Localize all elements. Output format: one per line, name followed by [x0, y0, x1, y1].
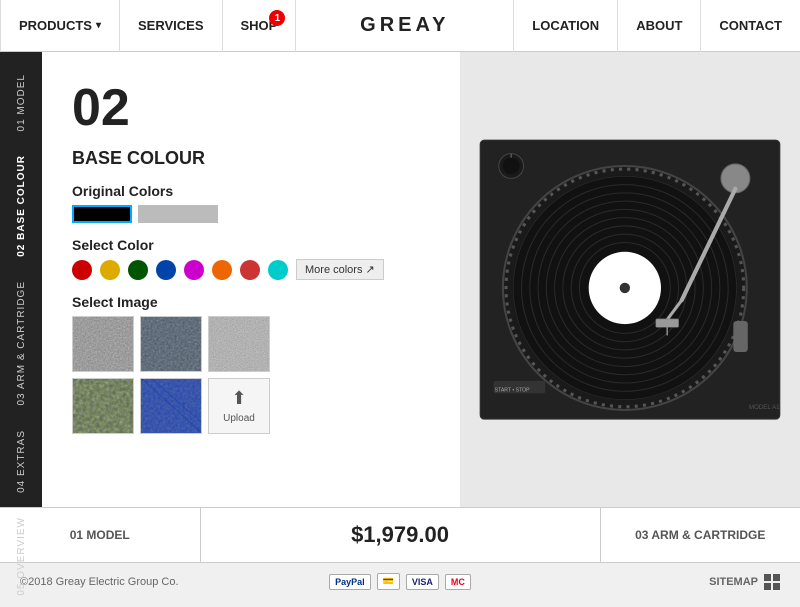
svg-text:MODEL A1: MODEL A1: [749, 404, 780, 411]
color-dot-magenta[interactable]: [184, 260, 204, 280]
external-link-icon: ↗: [365, 263, 374, 276]
select-image-section: Select Image: [72, 294, 430, 434]
color-range-slider[interactable]: [138, 205, 218, 223]
selected-color-swatch[interactable]: [72, 205, 132, 223]
navbar: PRODUCTS ▾ SERVICES SHOP 1 GREAY LOCATIO…: [0, 0, 800, 52]
mastercard-icon: MC: [445, 574, 471, 590]
nav-services[interactable]: SERVICES: [120, 0, 223, 52]
color-dot-cyan[interactable]: [268, 260, 288, 280]
payment-card-icon: 💳: [377, 573, 400, 590]
nav-right: LOCATION ABOUT CONTACT: [513, 0, 800, 52]
bottom-nav: 01 MODEL $1,979.00 03 ARM & CARTRIDGE: [0, 507, 800, 562]
image-thumb-3[interactable]: [208, 316, 270, 372]
select-image-label: Select Image: [72, 294, 430, 310]
color-dot-coral[interactable]: [240, 260, 260, 280]
nav-shop[interactable]: SHOP 1: [223, 0, 297, 52]
turntable-image: START • STOP MODEL A1: [475, 135, 785, 424]
footer: ©2018 Greay Electric Group Co. PayPal 💳 …: [0, 562, 800, 600]
image-grid: ⬆ Upload: [72, 316, 430, 434]
chevron-down-icon: ▾: [96, 20, 101, 31]
sidebar: 01 MODEL 02 BASE COLOUR 03 ARM & CARTRID…: [0, 52, 42, 507]
price-display: $1,979.00: [201, 522, 600, 548]
color-dot-darkgreen[interactable]: [128, 260, 148, 280]
image-thumb-1[interactable]: [72, 316, 134, 372]
color-dot-yellow[interactable]: [100, 260, 120, 280]
color-circles: More colors ↗: [72, 259, 430, 280]
visa-icon: VISA: [406, 574, 439, 590]
original-colors-section: Original Colors: [72, 183, 430, 223]
more-colors-button[interactable]: More colors ↗: [296, 259, 384, 280]
image-thumb-2[interactable]: [140, 316, 202, 372]
select-color-label: Select Color: [72, 237, 430, 253]
color-dot-red[interactable]: [72, 260, 92, 280]
main-layout: 01 MODEL 02 BASE COLOUR 03 ARM & CARTRID…: [0, 52, 800, 507]
shop-badge: SHOP 1: [241, 18, 278, 33]
step-title: BASE COLOUR: [72, 148, 430, 169]
sidebar-item-model[interactable]: 01 MODEL: [12, 62, 31, 143]
nav-products[interactable]: PRODUCTS ▾: [0, 0, 120, 52]
svg-text:START • STOP: START • STOP: [495, 387, 531, 393]
sidebar-item-overview[interactable]: 05 OVERVIEW: [12, 505, 31, 607]
nav-contact[interactable]: CONTACT: [700, 0, 800, 52]
sidebar-item-extras[interactable]: 04 EXTRAS: [12, 418, 31, 505]
site-logo[interactable]: GREAY: [296, 14, 513, 37]
nav-about[interactable]: ABOUT: [617, 0, 700, 52]
color-slider-row: [72, 205, 430, 223]
upload-icon: ⬆: [231, 388, 246, 409]
step-number: 02: [72, 82, 430, 134]
sitemap-label[interactable]: SITEMAP: [709, 576, 758, 588]
sidebar-item-arm-cartridge[interactable]: 03 ARM & CARTRIDGE: [12, 269, 31, 418]
nav-location[interactable]: LOCATION: [513, 0, 617, 52]
nav-left: PRODUCTS ▾ SERVICES SHOP 1: [0, 0, 296, 52]
footer-copyright: ©2018 Greay Electric Group Co.: [20, 576, 329, 588]
turntable-panel: START • STOP MODEL A1: [460, 52, 800, 507]
paypal-icon: PayPal: [329, 574, 371, 590]
original-colors-label: Original Colors: [72, 183, 430, 199]
footer-right: SITEMAP: [471, 574, 780, 590]
footer-payment: PayPal 💳 VISA MC: [329, 573, 471, 590]
content-panel: 02 BASE COLOUR Original Colors Select Co…: [42, 52, 460, 507]
color-dot-blue[interactable]: [156, 260, 176, 280]
upload-button[interactable]: ⬆ Upload: [208, 378, 270, 434]
cart-count-badge: 1: [269, 10, 285, 26]
image-thumb-5[interactable]: [140, 378, 202, 434]
color-dot-orange[interactable]: [212, 260, 232, 280]
sidebar-item-base-colour[interactable]: 02 BASE COLOUR: [12, 143, 31, 269]
select-color-section: Select Color More colors ↗: [72, 237, 430, 280]
sitemap-grid-icon: [764, 574, 780, 590]
image-thumb-4[interactable]: [72, 378, 134, 434]
next-step-button[interactable]: 03 ARM & CARTRIDGE: [600, 508, 800, 562]
upload-label: Upload: [223, 413, 255, 424]
